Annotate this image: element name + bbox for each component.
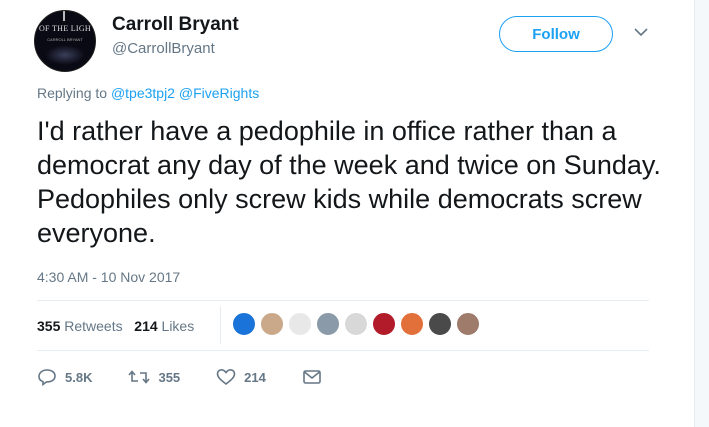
liker-avatar[interactable] — [260, 312, 284, 336]
liker-avatar[interactable] — [428, 312, 452, 336]
divider — [37, 350, 649, 351]
reply-button[interactable]: 5.8K — [37, 368, 92, 386]
mention-link[interactable]: @FiveRights — [179, 85, 259, 101]
avatar-glow — [45, 45, 85, 65]
tweet-stats: 355 Retweets 214 Likes — [37, 318, 194, 334]
envelope-icon — [303, 370, 321, 384]
replying-prefix: Replying to — [37, 85, 108, 101]
like-count: 214 — [244, 369, 266, 385]
liker-avatar[interactable] — [400, 312, 424, 336]
tweet-actions: 5.8K 355 214 — [37, 368, 366, 386]
liker-avatar[interactable] — [456, 312, 480, 336]
follow-button[interactable]: Follow — [499, 16, 613, 52]
like-button[interactable]: 214 — [216, 368, 266, 386]
tweet-card: OF THE LIGH CARROLL BRYANT Carroll Bryan… — [0, 0, 695, 427]
liker-avatar[interactable] — [288, 312, 312, 336]
retweet-count: 355 — [158, 369, 181, 385]
replying-to: Replying to @tpe3tpj2 @FiveRights — [37, 85, 259, 101]
avatar-cross-decoration — [63, 11, 65, 21]
liker-avatar[interactable] — [344, 312, 368, 336]
author-handle[interactable]: @CarrollBryant — [112, 40, 215, 57]
tweet-timestamp[interactable]: 4:30 AM - 10 Nov 2017 — [37, 269, 180, 285]
likes-label[interactable]: Likes — [162, 318, 195, 334]
divider — [220, 306, 221, 344]
retweet-button[interactable]: 355 — [128, 368, 180, 386]
reply-count: 5.8K — [65, 369, 93, 385]
tweet-text: I'd rather have a pedophile in office ra… — [37, 116, 661, 248]
liker-avatar[interactable] — [316, 312, 340, 336]
likes-count[interactable]: 214 — [134, 318, 157, 334]
mention-link[interactable]: @tpe3tpj2 — [111, 85, 175, 101]
reply-icon — [38, 369, 56, 386]
divider — [37, 300, 649, 301]
retweets-label[interactable]: Retweets — [64, 318, 122, 334]
chevron-down-icon[interactable] — [634, 24, 648, 42]
avatar-text: OF THE LIGH — [38, 24, 92, 33]
scrollbar[interactable] — [694, 0, 709, 427]
author-name[interactable]: Carroll Bryant — [112, 14, 239, 36]
liker-avatar[interactable] — [372, 312, 396, 336]
retweets-count[interactable]: 355 — [37, 318, 60, 334]
avatar[interactable]: OF THE LIGH CARROLL BRYANT — [34, 10, 96, 72]
liker-avatar[interactable] — [232, 312, 256, 336]
retweet-icon — [128, 370, 151, 384]
avatar-subtext: CARROLL BRYANT — [47, 37, 83, 42]
direct-message-button[interactable] — [302, 369, 330, 385]
liker-avatars — [232, 312, 484, 336]
heart-icon — [216, 368, 236, 386]
follow-label: Follow — [532, 25, 580, 43]
